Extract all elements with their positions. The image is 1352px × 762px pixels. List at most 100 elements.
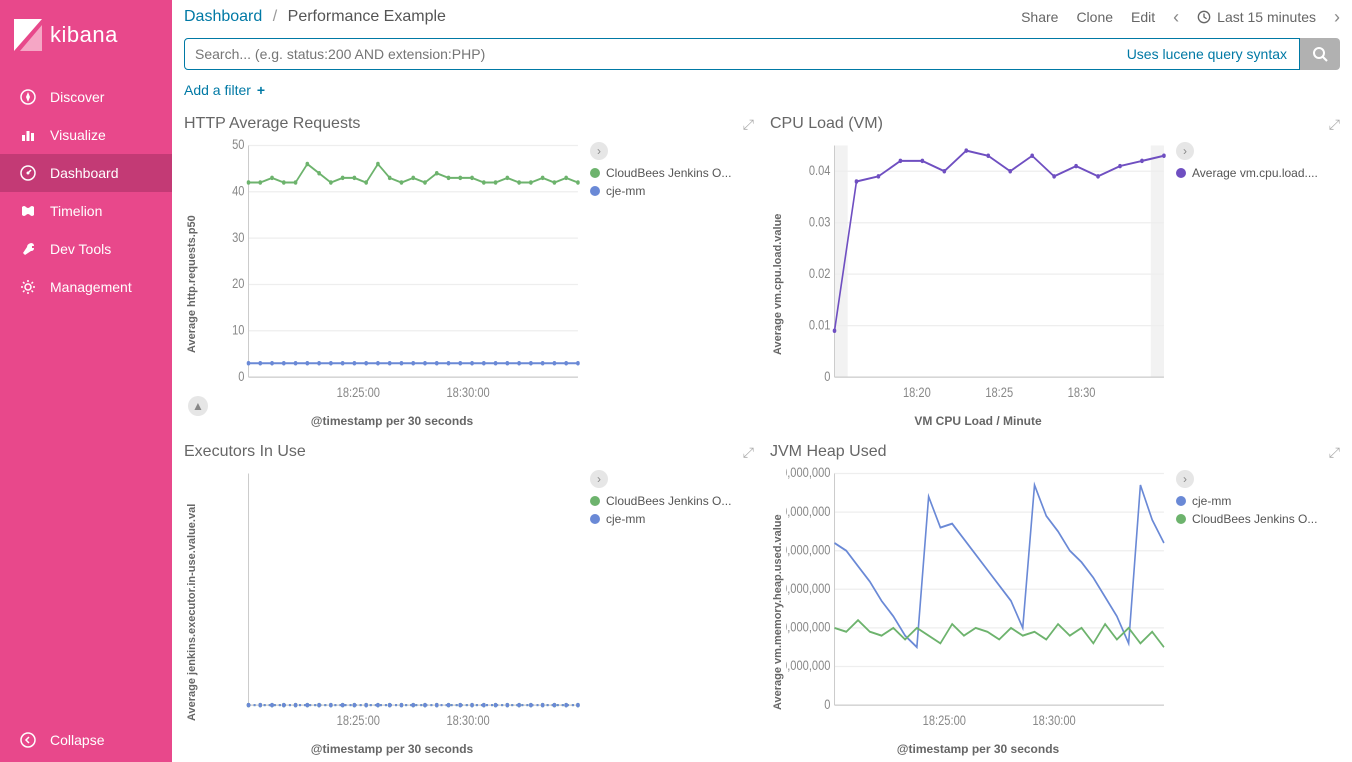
legend-item[interactable]: cje-mm (1176, 494, 1340, 508)
collapse-label: Collapse (50, 732, 104, 748)
legend-item[interactable]: Average vm.cpu.load.... (1176, 166, 1340, 180)
x-axis-label: VM CPU Load / Minute (786, 412, 1170, 430)
legend-dot (1176, 168, 1186, 178)
svg-text:10: 10 (232, 322, 244, 337)
expand-panel-icon[interactable]: ⤢ (1329, 116, 1340, 133)
y-axis-label: Average jenkins.executor.in-use.value.va… (184, 466, 200, 758)
legend-toggle[interactable]: › (590, 142, 608, 160)
collapse-sidebar[interactable]: Collapse (0, 718, 172, 762)
sidebar-item-label: Visualize (50, 127, 106, 143)
svg-text:0.04: 0.04 (809, 163, 831, 178)
add-filter-label: Add a filter (184, 82, 251, 98)
legend-label: CloudBees Jenkins O... (606, 494, 731, 508)
panel-title: CPU Load (VM) (770, 115, 883, 133)
lucene-hint-link[interactable]: Uses lucene query syntax (1115, 46, 1299, 62)
panel-title: HTTP Average Requests (184, 115, 360, 133)
breadcrumb-root[interactable]: Dashboard (184, 8, 262, 25)
legend-item[interactable]: CloudBees Jenkins O... (590, 494, 754, 508)
topbar: Dashboard / Performance Example Share Cl… (172, 0, 1352, 34)
expand-panel-icon[interactable]: ⤢ (743, 116, 754, 133)
search-row: Uses lucene query syntax (172, 34, 1352, 78)
sidebar-item-devtools[interactable]: Dev Tools (0, 230, 172, 268)
sidebar-item-discover[interactable]: Discover (0, 78, 172, 116)
wrench-icon (20, 241, 36, 257)
sidebar-item-label: Management (50, 279, 132, 295)
svg-text:30: 30 (232, 230, 244, 245)
plus-icon: + (257, 82, 265, 98)
expand-panel-icon[interactable]: ⤢ (1329, 444, 1340, 461)
timelion-icon (20, 203, 36, 219)
legend-item[interactable]: CloudBees Jenkins O... (1176, 512, 1340, 526)
chevron-left-circle-icon (20, 732, 36, 748)
legend-item[interactable]: cje-mm (590, 184, 754, 198)
time-next-button[interactable]: › (1334, 7, 1340, 28)
sidebar: kibana Discover Visualize Dashboard Time… (0, 0, 172, 762)
svg-text:18:20: 18:20 (903, 385, 931, 400)
breadcrumb-sep: / (273, 8, 277, 25)
x-axis-label: @timestamp per 30 seconds (786, 740, 1170, 758)
y-axis-label: Average http.requests.p50 (184, 138, 200, 430)
top-actions: Share Clone Edit ‹ Last 15 minutes › (1021, 7, 1340, 28)
sidebar-item-management[interactable]: Management (0, 268, 172, 306)
breadcrumb-current: Performance Example (288, 8, 446, 25)
clone-button[interactable]: Clone (1076, 9, 1113, 25)
sidebar-item-label: Timelion (50, 203, 102, 219)
chart-http[interactable]: 0102030405018:25:0018:30:00 (200, 138, 584, 412)
legend-label: CloudBees Jenkins O... (606, 166, 731, 180)
sidebar-item-label: Discover (50, 89, 104, 105)
sidebar-item-label: Dashboard (50, 165, 119, 181)
search-button[interactable] (1300, 38, 1340, 70)
sidebar-item-visualize[interactable]: Visualize (0, 116, 172, 154)
legend-dot (1176, 514, 1186, 524)
main: Dashboard / Performance Example Share Cl… (172, 0, 1352, 762)
svg-text:0: 0 (824, 369, 830, 384)
logo-text: kibana (50, 22, 118, 48)
sidebar-item-timelion[interactable]: Timelion (0, 192, 172, 230)
svg-text:18:25:00: 18:25:00 (923, 713, 966, 728)
legend-item[interactable]: cje-mm (590, 512, 754, 526)
legend-label: cje-mm (606, 512, 645, 526)
svg-text:18:30:00: 18:30:00 (446, 385, 489, 400)
legend: › CloudBees Jenkins O... cje-mm (584, 466, 754, 758)
search-box: Uses lucene query syntax (184, 38, 1300, 70)
svg-text:600,000,000: 600,000,000 (786, 466, 831, 481)
legend-toggle[interactable]: › (590, 470, 608, 488)
svg-text:200,000,000: 200,000,000 (786, 620, 831, 635)
time-picker[interactable]: Last 15 minutes (1197, 9, 1316, 25)
svg-text:18:30: 18:30 (1068, 385, 1096, 400)
compass-icon (20, 89, 36, 105)
legend: › CloudBees Jenkins O... cje-mm (584, 138, 754, 430)
svg-text:18:25: 18:25 (985, 385, 1013, 400)
svg-text:400,000,000: 400,000,000 (786, 542, 831, 557)
svg-text:20: 20 (232, 276, 244, 291)
chart-cpu[interactable]: 00.010.020.030.0418:2018:2518:30 (786, 138, 1170, 412)
legend-dot (1176, 496, 1186, 506)
search-input[interactable] (185, 39, 1115, 69)
panel-title: Executors In Use (184, 443, 306, 461)
legend-toggle[interactable]: › (1176, 142, 1194, 160)
legend-label: cje-mm (1192, 494, 1231, 508)
legend-toggle[interactable]: › (1176, 470, 1194, 488)
logo[interactable]: kibana (0, 0, 172, 70)
legend-dot (590, 168, 600, 178)
filter-bar: Add a filter + (172, 78, 1352, 106)
legend: › Average vm.cpu.load.... (1170, 138, 1340, 430)
sidebar-item-dashboard[interactable]: Dashboard (0, 154, 172, 192)
chart-jvm[interactable]: 0100,000,000200,000,000300,000,000400,00… (786, 466, 1170, 740)
add-filter-button[interactable]: Add a filter + (184, 82, 265, 98)
svg-text:0.01: 0.01 (809, 317, 831, 332)
svg-text:18:30:00: 18:30:00 (446, 713, 489, 728)
time-prev-button[interactable]: ‹ (1173, 7, 1179, 28)
chart-exec[interactable]: 18:25:0018:30:00 (200, 466, 584, 740)
x-axis-label: @timestamp per 30 seconds (200, 740, 584, 758)
gauge-icon (20, 165, 36, 181)
panel-collapse-toggle[interactable]: ▲ (188, 396, 208, 416)
gear-icon (20, 279, 36, 295)
time-label: Last 15 minutes (1217, 9, 1316, 25)
expand-panel-icon[interactable]: ⤢ (743, 444, 754, 461)
share-button[interactable]: Share (1021, 9, 1058, 25)
svg-text:500,000,000: 500,000,000 (786, 504, 831, 519)
panel-jvm-heap: JVM Heap Used ⤢ Average vm.memory.heap.u… (762, 434, 1348, 762)
edit-button[interactable]: Edit (1131, 9, 1155, 25)
legend-item[interactable]: CloudBees Jenkins O... (590, 166, 754, 180)
